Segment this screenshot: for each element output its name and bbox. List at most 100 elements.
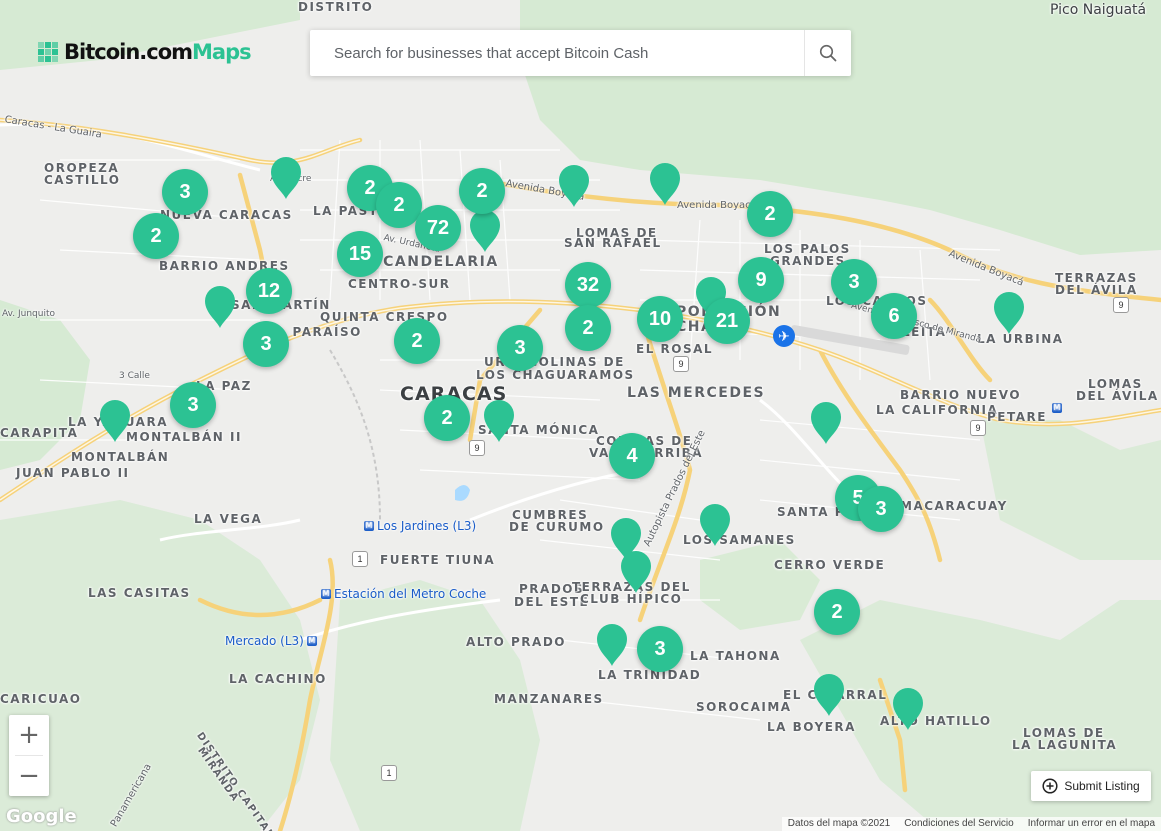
route-shield: 1 (381, 765, 397, 781)
place-label: LA VEGA (194, 512, 263, 526)
map-cluster[interactable]: 10 (637, 296, 683, 342)
route-shield: 9 (1113, 297, 1129, 313)
place-label: CENTRO-SUR (348, 277, 451, 291)
submit-listing-button[interactable]: Submit Listing (1031, 771, 1151, 801)
map-pin[interactable] (269, 156, 303, 200)
map-cluster[interactable]: 2 (424, 395, 470, 441)
map-cluster[interactable]: 2 (459, 168, 505, 214)
place-label: CARICUAO (0, 692, 82, 706)
map-pin[interactable] (992, 291, 1026, 335)
map-cluster[interactable]: 2 (133, 213, 179, 259)
route-shield: 9 (673, 356, 689, 372)
map-cluster[interactable]: 2 (394, 318, 440, 364)
map-pin[interactable] (648, 162, 682, 206)
place-label: MONTALBÁN (71, 450, 170, 464)
map-cluster[interactable]: 32 (565, 262, 611, 308)
map-cluster[interactable]: 3 (858, 486, 904, 532)
map-cluster[interactable]: 9 (738, 257, 784, 303)
place-label: CARAPITA (0, 426, 79, 440)
terms-link[interactable]: Condiciones del Servicio (904, 817, 1014, 831)
map-cluster[interactable]: 12 (246, 268, 292, 314)
place-label: LA LAGUNITA (1012, 738, 1118, 752)
metro-icon: M (306, 636, 317, 646)
place-label: EL ROSAL (636, 342, 714, 356)
metro-icon: M (1052, 403, 1062, 413)
map-cluster[interactable]: 2 (747, 191, 793, 237)
map-cluster[interactable]: 3 (162, 169, 208, 215)
bitcoin-com-maps-logo[interactable]: Bitcoin.comMaps (38, 40, 252, 64)
map-cluster[interactable]: 3 (170, 382, 216, 428)
map-pin[interactable] (812, 673, 846, 717)
search-button[interactable] (804, 30, 851, 76)
metro-station-la-urbina[interactable]: M (1052, 403, 1062, 413)
map-cluster[interactable]: 3 (497, 325, 543, 371)
map-pin[interactable] (468, 209, 502, 253)
place-label: CERRO VERDE (774, 558, 886, 572)
place-label-peak: Pico Naiguatá (1050, 2, 1147, 18)
map-pin[interactable] (98, 399, 132, 443)
map-cluster[interactable]: 3 (831, 259, 877, 305)
map-cluster[interactable]: 72 (415, 205, 461, 251)
place-label: LAS MERCEDES (627, 385, 766, 401)
airport-icon: ✈ (773, 325, 795, 347)
place-label: DEL ÁVILA (1055, 283, 1138, 297)
place-label: DEL ÁVILA (1076, 389, 1159, 403)
google-logo[interactable]: Google (6, 806, 77, 827)
place-label: LA TRINIDAD (598, 668, 702, 682)
metro-station-coche[interactable]: M Estación del Metro Coche (321, 587, 486, 601)
place-label: CASTILLO (44, 173, 121, 187)
map-cluster[interactable]: 6 (871, 293, 917, 339)
metro-icon: M (321, 589, 331, 599)
search-bar (310, 30, 851, 76)
map-pin[interactable] (698, 503, 732, 547)
place-label: LA TAHONA (690, 649, 781, 663)
place-label: LA CACHINO (229, 672, 327, 686)
place-label: DISTRITO (298, 0, 374, 14)
map-cluster[interactable]: 21 (704, 298, 750, 344)
place-label: PETARE (987, 410, 1047, 424)
place-label: BARRIO NUEVO (900, 388, 1022, 402)
place-label: SOROCAIMA (696, 700, 792, 714)
search-icon (819, 44, 837, 62)
report-error-link[interactable]: Informar un error en el mapa (1028, 817, 1155, 831)
route-shield: 1 (352, 551, 368, 567)
road-label: Avenida Boyacá (677, 200, 757, 211)
place-label: LA CALIFORNIA (876, 403, 999, 417)
metro-label: Los Jardines (L3) (377, 519, 477, 533)
search-input[interactable] (310, 30, 804, 76)
map-cluster[interactable]: 4 (609, 433, 655, 479)
map-pin[interactable] (619, 550, 653, 594)
plus-circle-icon (1042, 778, 1058, 794)
place-label: MONTALBÁN II (126, 430, 242, 444)
map-cluster[interactable]: 2 (814, 589, 860, 635)
place-label: ALTO PRADO (466, 635, 566, 649)
route-shield-label: 1 (386, 768, 392, 778)
map-cluster[interactable]: 3 (243, 321, 289, 367)
map-pin[interactable] (595, 623, 629, 667)
map-canvas[interactable]: 9 9 9 9 1 1 DISTRITO Pico Naiguatá Carac… (0, 0, 1161, 831)
metro-station-los-jardines[interactable]: M Los Jardines (L3) (364, 519, 476, 533)
metro-station-mercado[interactable]: Mercado (L3) M (225, 634, 317, 648)
map-cluster[interactable]: 2 (565, 305, 611, 351)
place-label: MANZANARES (494, 692, 604, 706)
place-label: DE CURUMO (509, 520, 605, 534)
zoom-in-button[interactable]: + (9, 715, 49, 755)
map-cluster[interactable]: 3 (637, 626, 683, 672)
route-shield-label: 9 (1118, 300, 1124, 310)
logo-text-maps: Maps (192, 40, 252, 64)
route-shield-label: 1 (357, 554, 363, 564)
map-pin[interactable] (203, 285, 237, 329)
zoom-controls: + − (9, 715, 49, 796)
map-pin[interactable] (891, 687, 925, 731)
map-pin[interactable] (557, 164, 591, 208)
metro-label: Estación del Metro Coche (334, 587, 487, 601)
road-label: 3 Calle (119, 371, 150, 381)
map-pin[interactable] (482, 399, 516, 443)
route-shield-label: 9 (474, 443, 480, 453)
route-shield-label: 9 (678, 359, 684, 369)
route-shield: 9 (970, 420, 986, 436)
map-pin[interactable] (809, 401, 843, 445)
map-cluster[interactable]: 15 (337, 231, 383, 277)
route-shield-label: 9 (975, 423, 981, 433)
zoom-out-button[interactable]: − (9, 756, 49, 796)
